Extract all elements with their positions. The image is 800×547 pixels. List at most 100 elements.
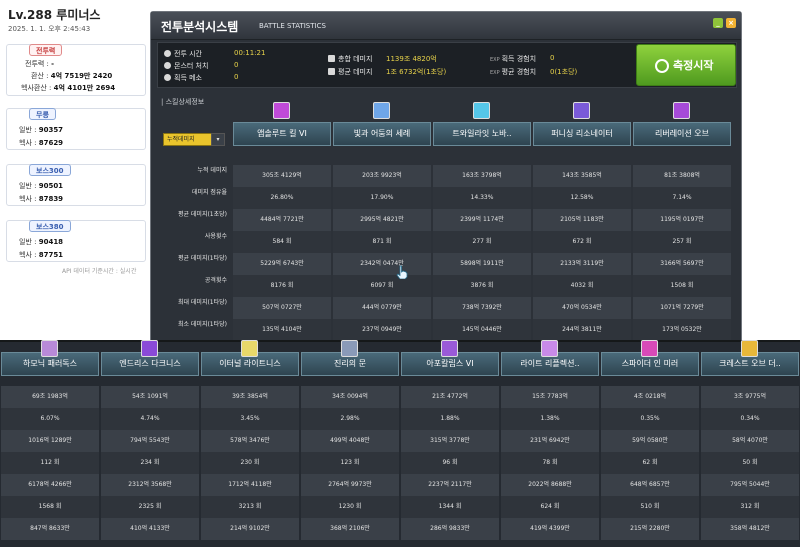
skill-stat-cell: 26.80% <box>233 187 331 209</box>
window-titlebar[interactable]: 전투분석시스템 BATTLE STATISTICS _ × <box>151 12 741 40</box>
skill-stat-cell: 96 회 <box>401 452 499 474</box>
monsters-value: 0 <box>234 61 239 69</box>
row-label: 누적 데미지 <box>197 167 227 174</box>
skill-stat-cell: 4484억 7721만 <box>233 209 331 231</box>
minimize-icon: _ <box>716 19 720 27</box>
row-label: 데미지 점유율 <box>191 189 227 196</box>
stat-row: 헥사 : 87751 <box>19 251 64 259</box>
skill-column: 진리의 문 34조 0094억 2.98% 499억 4048만 123 회 2764억 … <box>301 340 399 547</box>
battle-statistics-window: 전투분석시스템 BATTLE STATISTICS _ × 전투 시간 00:1… <box>150 11 742 343</box>
skill-header[interactable]: 퍼니싱 리소네이터 <box>533 122 631 146</box>
skill-stat-cell: 1071억 7279만 <box>633 297 731 319</box>
skill-stat-cell: 1230 회 <box>301 496 399 518</box>
stat-value: 90357 <box>38 126 64 134</box>
skill-stat-cell: 2764억 9973만 <box>301 474 399 496</box>
combat-time-value: 00:11:21 <box>234 49 266 57</box>
skill-column: 퍼니싱 리소네이터 143조 3585억 12.58% 2105억 1183만 672 … <box>533 102 631 342</box>
skill-stat-cell: 123 회 <box>301 452 399 474</box>
skill-stat-cell: 2399억 1174만 <box>433 209 531 231</box>
clock-icon <box>164 50 171 57</box>
power-row: 전투력 : - <box>25 60 55 68</box>
avg-exp-value: 0(1초당) <box>550 68 578 76</box>
skill-header[interactable]: 트와일라잇 노바.. <box>433 122 531 146</box>
skill-stat-cell: 214억 9102만 <box>201 518 299 540</box>
exp-icon: EXP <box>490 70 500 76</box>
skill-stat-cell: 215억 2280만 <box>601 518 699 540</box>
skill-stat-cell: 6.07% <box>1 408 99 430</box>
skill-stat-cell: 4조 0218억 <box>601 386 699 408</box>
row-label: 최대 데미지(1타당) <box>177 299 227 306</box>
skill-icon <box>241 340 258 357</box>
skill-stat-cell: 50 회 <box>701 452 799 474</box>
skill-stat-cell: 231억 6942만 <box>501 430 599 452</box>
skill-column: 이터널 라이트니스 39조 3854억 3.45% 578억 3476만 230 회 17… <box>201 340 299 547</box>
skill-stat-cell: 6097 회 <box>333 275 431 297</box>
skill-stat-cell: 2312억 3568만 <box>101 474 199 496</box>
avg-damage-label: 평균 데미지 <box>328 67 372 77</box>
skill-stat-cell: 14.33% <box>433 187 531 209</box>
skill-stat-cell: 54조 1091억 <box>101 386 199 408</box>
stat-row: 일반 : 90357 <box>19 126 64 134</box>
skill-header[interactable]: 앱솔루트 킬 VI <box>233 122 331 146</box>
total-damage-label: 총합 데미지 <box>328 54 372 64</box>
stat-label: 일반 <box>19 238 32 246</box>
converted-value: 4억 7519만 2420 <box>50 72 113 80</box>
skill-icon <box>741 340 758 357</box>
row-label: 사용횟수 <box>204 233 227 240</box>
exp-label: EXP 획득 경험치 <box>490 55 537 63</box>
skill-stat-cell: 444억 0779만 <box>333 297 431 319</box>
skill-icon <box>273 102 290 119</box>
chevron-down-icon[interactable]: ▾ <box>211 133 225 146</box>
skill-stat-cell: 2237억 2117만 <box>401 474 499 496</box>
power-label: 전투력 <box>25 60 45 68</box>
skill-icon <box>341 340 358 357</box>
skill-name: 아포칼립스 VI <box>426 359 474 368</box>
skill-column: 앱솔루트 킬 VI 305조 4129억 26.80% 4484억 7721만 584 … <box>233 102 331 342</box>
skill-stat-cell: 738억 7392만 <box>433 297 531 319</box>
power-row: 헥사환산 : 4억 4101만 2694 <box>21 84 116 92</box>
skill-stat-cell: 1016억 1289만 <box>1 430 99 452</box>
skill-header[interactable]: 빛과 어둠의 세례 <box>333 122 431 146</box>
row-label: 최소 데미지(1타당) <box>177 321 227 328</box>
skill-stat-cell: 112 회 <box>1 452 99 474</box>
skill-icon <box>441 340 458 357</box>
skill-name: 앱솔루트 킬 VI <box>257 129 307 138</box>
skill-stat-cell: 510 회 <box>601 496 699 518</box>
skill-stat-cell: 4032 회 <box>533 275 631 297</box>
row-label: 평균 데미지(1초당) <box>177 211 227 218</box>
skill-column: 스파이더 인 미러 4조 0218억 0.35% 59억 0580만 62 회 648억 … <box>601 340 699 547</box>
skill-stat-cell: 2133억 3119만 <box>533 253 631 275</box>
skill-header[interactable]: 리버레이션 오브 <box>633 122 731 146</box>
stat-row: 일반 : 90501 <box>19 182 64 190</box>
skill-name: 엔드리스 다크니스 <box>119 359 181 368</box>
skill-stat-cell: 3.45% <box>201 408 299 430</box>
boss300-badge: 보스300 <box>29 164 71 176</box>
skill-stat-cell: 2022억 8688만 <box>501 474 599 496</box>
stat-label: 헥사 <box>19 195 32 203</box>
skill-column: 트와일라잇 노바.. 163조 3798억 14.33% 2399억 1174만 277… <box>433 102 531 342</box>
skill-stat-cell: 1344 회 <box>401 496 499 518</box>
window-subtitle: BATTLE STATISTICS <box>259 22 326 30</box>
minimize-button[interactable]: _ <box>713 18 723 28</box>
skill-stat-cell: 69조 1983억 <box>1 386 99 408</box>
skill-stat-cell: 1195억 0197만 <box>633 209 731 231</box>
skill-name: 라이트 리플렉션.. <box>520 359 580 368</box>
skill-name: 진리의 문 <box>334 359 366 368</box>
meso-value: 0 <box>234 73 239 81</box>
mureung-badge: 무릉 <box>29 108 56 120</box>
skill-icon <box>641 340 658 357</box>
stat-value: 87629 <box>38 139 64 147</box>
skill-stat-cell: 4.74% <box>101 408 199 430</box>
skill-column: 엔드리스 다크니스 54조 1091억 4.74% 794억 5543만 234 회 23… <box>101 340 199 547</box>
power-card: 전투력 전투력 : - 환산 : 4억 7519만 2420 헥사환산 : 4억… <box>6 44 146 96</box>
skill-stat-cell: 1712억 4118만 <box>201 474 299 496</box>
api-note: API 데이터 기준시간 : 실시간 <box>62 268 137 275</box>
skill-stat-cell: 34조 0094억 <box>301 386 399 408</box>
skill-stat-cell: 499억 4048만 <box>301 430 399 452</box>
skill-icon <box>473 102 490 119</box>
sword-icon <box>328 55 335 62</box>
start-measure-button[interactable]: 측정시작 <box>636 44 736 86</box>
skill-stat-cell: 0.34% <box>701 408 799 430</box>
close-button[interactable]: × <box>726 18 736 28</box>
mureung-card: 무릉 일반 : 90357 헥사 : 87629 <box>6 108 146 150</box>
